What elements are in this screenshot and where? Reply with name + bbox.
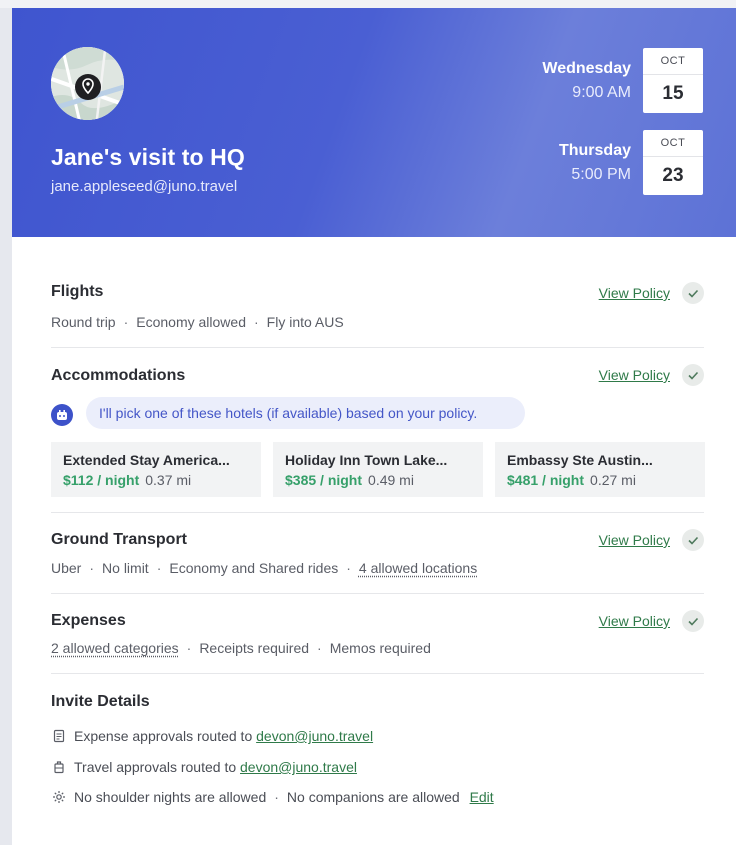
start-date-box: OCT 15 (643, 48, 703, 113)
hotel-price-row: $112 / night 0.37 mi (63, 472, 191, 488)
flights-title: Flights (51, 283, 104, 300)
flights-detail-trip: Round trip (51, 314, 116, 330)
trip-header: Jane's visit to HQ jane.appleseed@juno.t… (12, 8, 736, 237)
end-time: 5:00 PM (571, 166, 631, 183)
accommodations-title: Accommodations (51, 367, 186, 384)
traveler-email: jane.appleseed@juno.travel (51, 178, 238, 195)
ground-transport-title: Ground Transport (51, 531, 187, 548)
invite-details-title: Invite Details (51, 693, 150, 710)
hotel-distance: 0.49 mi (368, 472, 414, 488)
shoulder-nights-text: No shoulder nights are allowed (74, 789, 267, 805)
restrictions-row: No shoulder nights are allowed · No compan… (52, 789, 494, 805)
end-date: Thursday 5:00 PM OCT 23 (436, 130, 736, 196)
end-day: Thursday (558, 142, 631, 159)
expense-approvals-row: Expense approvals routed to devon@juno.t… (52, 728, 373, 744)
flights-detail-airport: Fly into AUS (266, 314, 344, 330)
ground-details: Uber · No limit · Economy and Shared rides · 4… (51, 560, 478, 576)
start-day: Wednesday (542, 60, 631, 77)
trip-card: Jane's visit to HQ jane.appleseed@juno.t… (12, 8, 736, 845)
accommodations-check-icon (682, 364, 704, 386)
divider (51, 512, 704, 513)
settings-gear-icon (53, 791, 65, 803)
hotel-name: Holiday Inn Town Lake... (285, 452, 448, 468)
divider (51, 593, 704, 594)
hotel-price: $112 / night (63, 472, 140, 488)
start-month: OCT (643, 48, 703, 75)
end-month: OCT (643, 130, 703, 157)
end-day-number: 23 (662, 165, 684, 186)
hotel-price-row: $481 / night 0.27 mi (507, 472, 636, 488)
map-avatar (51, 47, 124, 120)
receipt-icon (53, 729, 65, 743)
travel-approver-email-link[interactable]: devon@juno.travel (240, 759, 357, 775)
end-date-box: OCT 23 (643, 130, 703, 195)
start-day-number: 15 (662, 83, 684, 104)
hotel-distance: 0.37 mi (145, 472, 192, 488)
ground-view-policy-link[interactable]: View Policy (599, 532, 670, 548)
accommodations-view-policy-link[interactable]: View Policy (599, 367, 670, 383)
hotel-name: Embassy Ste Austin... (507, 452, 653, 468)
hotel-distance: 0.27 mi (590, 472, 636, 488)
expenses-check-icon (682, 610, 704, 632)
expenses-detail-receipts: Receipts required (199, 640, 310, 656)
hotel-price: $385 / night (285, 472, 363, 488)
companions-text: No companions are allowed (286, 789, 460, 805)
flights-check-icon (682, 282, 704, 304)
top-strip (0, 0, 736, 8)
ground-detail-provider: Uber (51, 560, 82, 576)
flights-detail-class: Economy allowed (136, 314, 246, 330)
hotel-price-row: $385 / night 0.49 mi (285, 472, 414, 488)
hotel-card[interactable]: Holiday Inn Town Lake... $385 / night 0.4… (273, 442, 483, 497)
divider (51, 347, 704, 348)
flights-view-policy-link[interactable]: View Policy (599, 285, 670, 301)
hotel-card[interactable]: Embassy Ste Austin... $481 / night 0.27 m… (495, 442, 705, 497)
hotel-price: $481 / night (507, 472, 585, 488)
hotel-card[interactable]: Extended Stay America... $112 / night 0.3… (51, 442, 261, 497)
travel-approvals-row: Travel approvals routed to devon@juno.tr… (52, 759, 357, 775)
assistant-bot-icon (51, 404, 73, 426)
divider (51, 673, 704, 674)
ground-check-icon (682, 529, 704, 551)
travel-approvals-text: Travel approvals routed to (74, 759, 237, 775)
start-date: Wednesday 9:00 AM OCT 15 (436, 48, 736, 114)
ground-detail-limit: No limit (102, 560, 149, 576)
expenses-detail-memos: Memos required (329, 640, 431, 656)
hotel-selection-note: I'll pick one of these hotels (if availa… (86, 397, 525, 429)
allowed-locations-link[interactable]: 4 allowed locations (359, 560, 477, 576)
edit-link[interactable]: Edit (470, 789, 494, 805)
start-time: 9:00 AM (572, 84, 631, 101)
expenses-details: 2 allowed categories · Receipts required · M… (51, 640, 431, 656)
luggage-icon (54, 761, 64, 774)
map-pin-icon (51, 47, 124, 120)
flights-details: Round trip · Economy allowed · Fly into AUS (51, 314, 344, 330)
hotel-name: Extended Stay America... (63, 452, 230, 468)
allowed-categories-link[interactable]: 2 allowed categories (51, 640, 179, 656)
expense-approver-email-link[interactable]: devon@juno.travel (256, 728, 373, 744)
expense-approvals-text: Expense approvals routed to (74, 728, 253, 744)
expenses-view-policy-link[interactable]: View Policy (599, 613, 670, 629)
ground-detail-rides: Economy and Shared rides (169, 560, 339, 576)
expenses-title: Expenses (51, 612, 126, 629)
trip-title: Jane's visit to HQ (51, 144, 245, 170)
